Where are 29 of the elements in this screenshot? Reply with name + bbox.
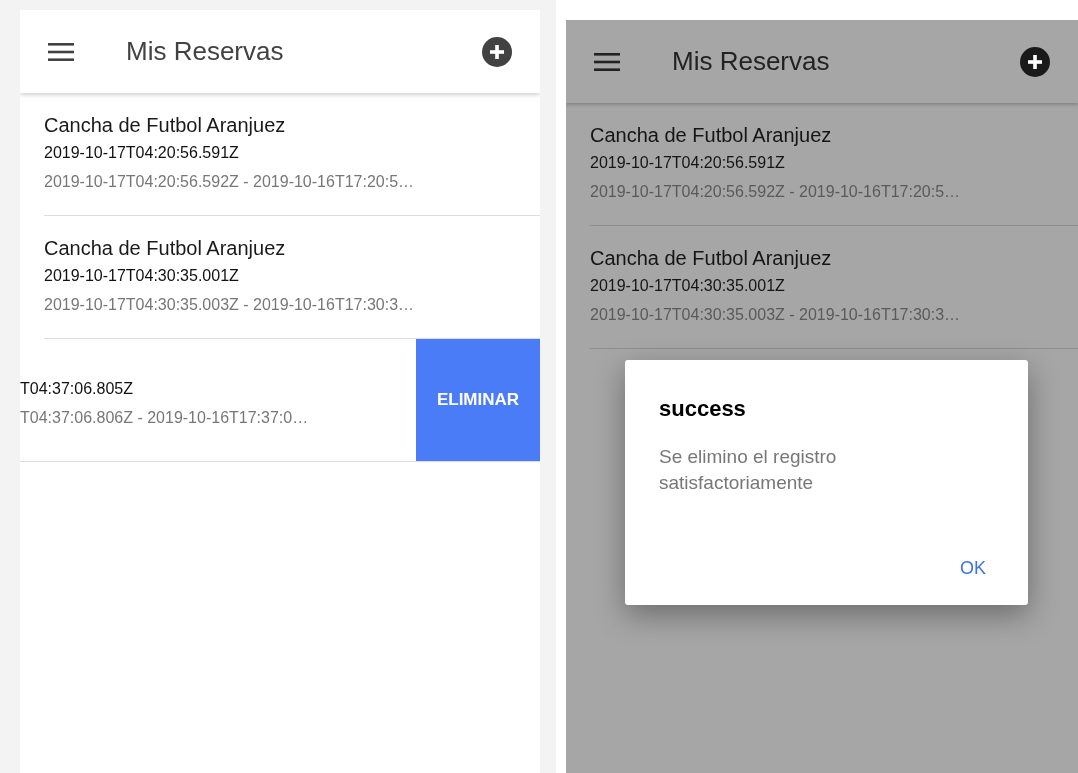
add-icon[interactable]	[482, 36, 512, 67]
dialog-message: Se elimino el registro satisfactoriamente	[659, 445, 838, 495]
item-title: Cancha de Futbol Aranjuez	[590, 246, 833, 271]
item-range: 2019-10-17T04:30:35.003Z - 2019-10-16T17:30:3…	[44, 295, 416, 315]
reservation-item[interactable]: Cancha de Futbol Aranjuez 2019-10-17T04:20:56.591Z 2019-10-17T04:20:56.592Z - 2019-10-16T17:20:5…	[44, 93, 540, 215]
ok-button[interactable]: OK	[952, 552, 994, 585]
reservation-item[interactable]: T04:37:06.805Z T04:37:06.806Z - 2019-10-16T17:37:0…	[20, 339, 416, 461]
item-title: Cancha de Futbol Aranjuez	[590, 123, 833, 148]
item-range: 2019-10-17T04:20:56.592Z - 2019-10-16T17:20:5…	[44, 172, 416, 192]
item-date: 2019-10-17T04:30:35.001Z	[590, 276, 786, 296]
item-range: T04:37:06.806Z - 2019-10-16T17:37:0…	[20, 408, 310, 428]
add-icon[interactable]	[1020, 46, 1050, 77]
reservation-item[interactable]: Cancha de Futbol Aranjuez 2019-10-17T04:30:35.001Z 2019-10-17T04:30:35.003Z - 2019-10-16T17:30:3…	[590, 226, 1078, 348]
page-title: Mis Reservas	[126, 36, 285, 67]
item-title: Cancha de Futbol Aranjuez	[44, 113, 287, 138]
item-title: Cancha de Futbol Aranjuez	[44, 236, 287, 261]
delete-button[interactable]: ELIMINAR	[416, 339, 540, 461]
item-date: 2019-10-17T04:20:56.591Z	[44, 143, 240, 163]
reservation-item[interactable]: Cancha de Futbol Aranjuez 2019-10-17T04:30:35.001Z 2019-10-17T04:30:35.003Z - 2019-10-16T17:30:3…	[44, 216, 540, 338]
reservation-item[interactable]: Cancha de Futbol Aranjuez 2019-10-17T04:20:56.591Z 2019-10-17T04:20:56.592Z - 2019-10-16T17:20:5…	[590, 103, 1078, 225]
item-date: 2019-10-17T04:30:35.001Z	[44, 266, 240, 286]
menu-icon[interactable]	[594, 52, 620, 71]
item-range: 2019-10-17T04:20:56.592Z - 2019-10-16T17:20:5…	[590, 182, 962, 202]
item-date: 2019-10-17T04:20:56.591Z	[590, 153, 786, 173]
item-date: T04:37:06.805Z	[20, 379, 134, 399]
item-range: 2019-10-17T04:30:35.003Z - 2019-10-16T17:30:3…	[590, 305, 962, 325]
menu-icon[interactable]	[48, 42, 74, 61]
dialog-title: success	[659, 396, 746, 422]
page-title: Mis Reservas	[672, 46, 831, 77]
